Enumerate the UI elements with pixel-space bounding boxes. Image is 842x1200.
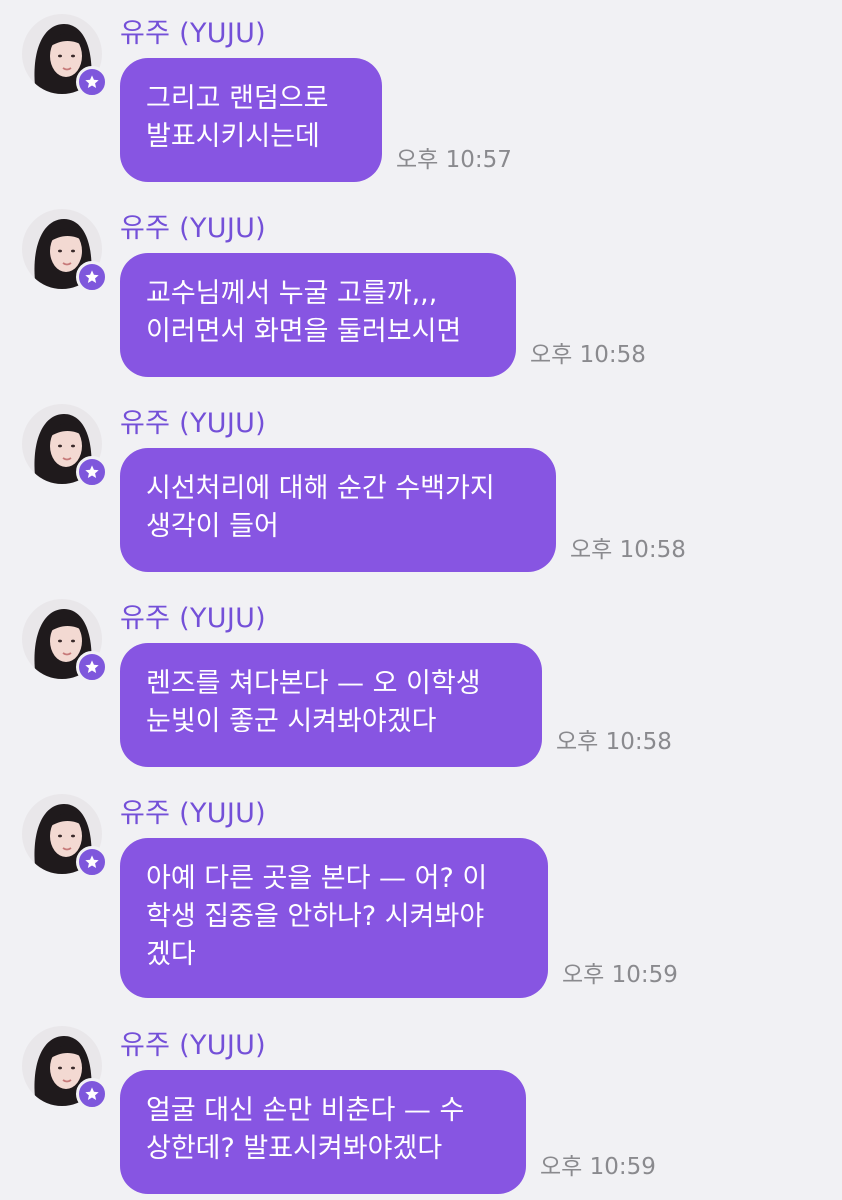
message-line: 렌즈를 쳐다본다 — 오 이학생 (146, 668, 481, 699)
star-badge (76, 846, 108, 878)
message-line: 학생 집중을 안하나? 시켜봐야 (146, 901, 485, 932)
star-badge (76, 261, 108, 293)
avatar[interactable] (22, 794, 108, 878)
message-bubble[interactable]: 아예 다른 곳을 본다 — 어? 이 학생 집중을 안하나? 시켜봐야 겠다 (120, 838, 548, 998)
message-line: 겠다 (146, 939, 196, 970)
timestamp: 오후 10:59 (562, 962, 678, 988)
timestamp: 오후 10:59 (540, 1154, 656, 1180)
avatar[interactable] (22, 404, 108, 488)
message-line: 시선처리에 대해 순간 수백가지 (146, 473, 495, 504)
message-bubble[interactable]: 교수님께서 누굴 고를까,,, 이러면서 화면을 둘러보시면 (120, 253, 516, 377)
star-icon (85, 1087, 99, 1100)
sender-name[interactable]: 유주 (YUJU) (120, 404, 266, 444)
star-badge (76, 456, 108, 488)
sender-name[interactable]: 유주 (YUJU) (120, 14, 266, 54)
timestamp: 오후 10:57 (396, 147, 512, 173)
avatar[interactable] (22, 14, 108, 98)
sender-name[interactable]: 유주 (YUJU) (120, 794, 266, 834)
message-bubble[interactable]: 시선처리에 대해 순간 수백가지 생각이 들어 (120, 448, 556, 572)
timestamp: 오후 10:58 (556, 729, 672, 755)
star-icon (85, 465, 99, 478)
star-icon (85, 855, 99, 868)
avatar[interactable] (22, 209, 108, 293)
star-icon (85, 270, 99, 283)
message-line: 그리고 랜덤으로 (146, 83, 329, 114)
timestamp: 오후 10:58 (530, 342, 646, 368)
star-icon (85, 660, 99, 673)
message-bubble[interactable]: 렌즈를 쳐다본다 — 오 이학생 눈빛이 좋군 시켜봐야겠다 (120, 643, 542, 767)
message-line: 발표시키시는데 (146, 121, 320, 152)
star-badge (76, 651, 108, 683)
avatar[interactable] (22, 599, 108, 683)
timestamp: 오후 10:58 (570, 537, 686, 563)
star-badge (76, 66, 108, 98)
message-line: 생각이 들어 (146, 511, 279, 542)
sender-name[interactable]: 유주 (YUJU) (120, 599, 266, 639)
message-line: 상한데? 발표시켜봐야겠다 (146, 1133, 443, 1164)
message-line: 아예 다른 곳을 본다 — 어? 이 (146, 863, 488, 894)
message-line: 교수님께서 누굴 고를까,,, (146, 278, 438, 309)
sender-name[interactable]: 유주 (YUJU) (120, 1026, 266, 1066)
message-line: 이러면서 화면을 둘러보시면 (146, 316, 462, 347)
avatar[interactable] (22, 1026, 108, 1110)
message-line: 눈빛이 좋군 시켜봐야겠다 (146, 706, 437, 737)
chat-history: 유주 (YUJU) 그리고 랜덤으로 발표시키시는데 오후 10:57 유주 (… (0, 0, 842, 1200)
message-line: 얼굴 대신 손만 비춘다 — 수 (146, 1095, 465, 1126)
message-bubble[interactable]: 그리고 랜덤으로 발표시키시는데 (120, 58, 382, 182)
message-bubble[interactable]: 얼굴 대신 손만 비춘다 — 수 상한데? 발표시켜봐야겠다 (120, 1070, 526, 1194)
sender-name[interactable]: 유주 (YUJU) (120, 209, 266, 249)
star-badge (76, 1078, 108, 1110)
star-icon (85, 75, 99, 88)
